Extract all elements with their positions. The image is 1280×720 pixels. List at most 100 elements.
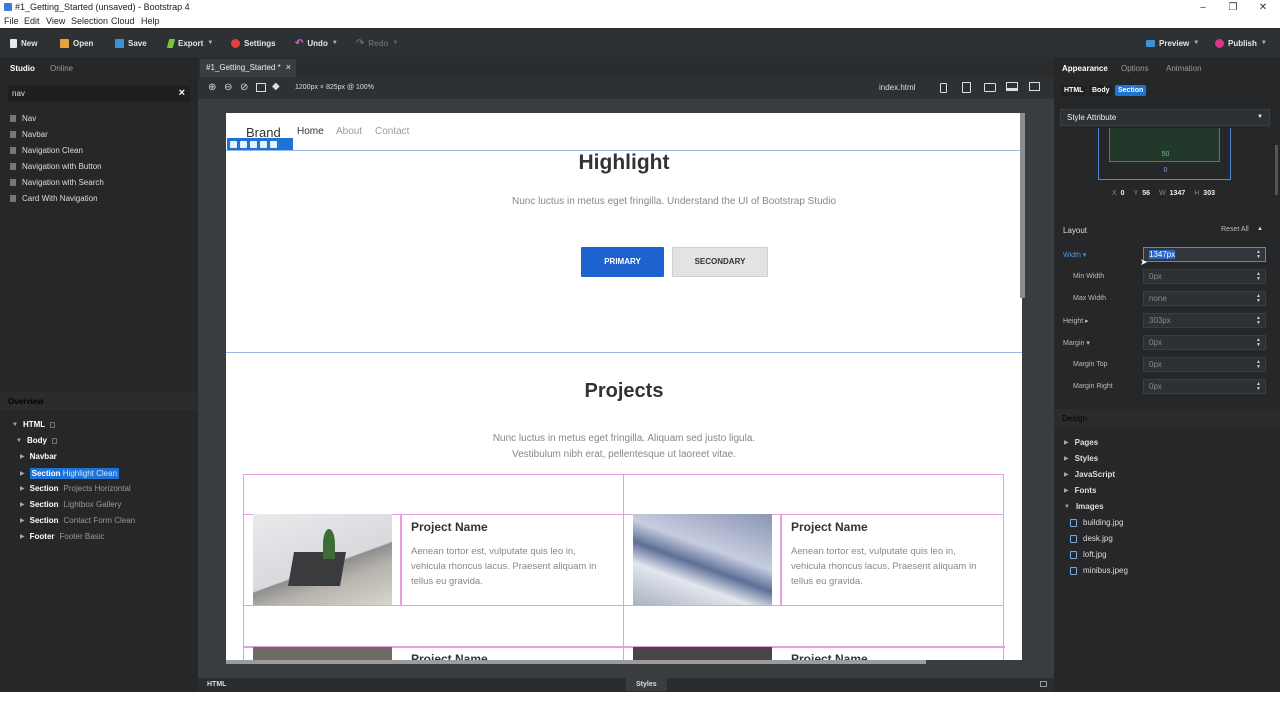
design-fonts[interactable]: ▶ Fonts <box>1064 486 1096 495</box>
component-item[interactable]: Navigation with Search <box>10 178 104 187</box>
design-images[interactable]: ▼ Images <box>1064 502 1104 511</box>
component-item[interactable]: Navbar <box>10 130 48 139</box>
duplicate-icon[interactable] <box>250 140 257 148</box>
file-tab[interactable]: #1_Getting_Started * × <box>200 59 296 77</box>
tree-body[interactable]: ▼ Body <box>16 436 57 445</box>
box-model-padding[interactable]: 50 <box>1109 128 1220 162</box>
breadcrumb-section[interactable]: Section <box>1115 85 1147 96</box>
maximize-button[interactable]: ❐ <box>1218 0 1248 16</box>
nav-link-home[interactable]: Home <box>297 126 324 137</box>
design-canvas[interactable]: Brand Home About Contact Highlight Nunc … <box>226 113 1022 660</box>
tree-navbar[interactable]: ▶ Navbar <box>20 452 57 461</box>
open-button[interactable]: Open <box>60 36 93 50</box>
zoom-in-icon[interactable]: ⊕ <box>208 82 216 93</box>
component-item[interactable]: Card With Navigation <box>10 194 98 203</box>
stepper-icon[interactable]: ▲ ▼ <box>1256 272 1261 282</box>
clear-search-icon[interactable]: × <box>179 87 185 99</box>
stepper-icon[interactable]: ▲ ▼ <box>1256 382 1261 392</box>
stepper-icon[interactable]: ▲ ▼ <box>1256 250 1261 260</box>
tree-html[interactable]: ▼ HTML <box>12 420 56 429</box>
reset-all-button[interactable]: Reset All <box>1221 226 1249 233</box>
settings-button[interactable]: Settings <box>231 36 276 50</box>
canvas-horizontal-scrollbar[interactable] <box>226 660 926 664</box>
stepper-icon[interactable]: ▲ ▼ <box>1256 294 1261 304</box>
publish-button[interactable]: Publish ▼ <box>1215 36 1267 50</box>
laptop-icon[interactable] <box>1006 82 1018 91</box>
component-search-input[interactable]: nav × <box>8 86 190 102</box>
margin-top-input[interactable]: 0px ▲ ▼ <box>1143 357 1266 372</box>
preview-navbar[interactable]: Brand Home About Contact <box>226 113 1022 151</box>
style-attribute-dropdown[interactable]: Style Attribute ▼ <box>1060 109 1270 126</box>
margin-input[interactable]: 0px ▲ ▼ <box>1143 335 1266 350</box>
close-tab-icon[interactable]: × <box>286 62 291 72</box>
tab-online[interactable]: Online <box>50 64 73 73</box>
tree-footer[interactable]: ▶ Footer Footer Basic <box>20 532 104 541</box>
image-file[interactable]: minibus.jpeg <box>1070 566 1128 575</box>
margin-right-input[interactable]: 0px ▲ ▼ <box>1143 379 1266 394</box>
image-file[interactable]: building.jpg <box>1070 518 1123 527</box>
component-item[interactable]: Navigation with Button <box>10 162 102 171</box>
expand-icon[interactable] <box>1040 681 1047 687</box>
design-styles[interactable]: ▶ Styles <box>1064 454 1098 463</box>
menu-cloud[interactable]: Cloud <box>111 16 135 26</box>
new-button[interactable]: New <box>10 36 37 50</box>
breadcrumb-body[interactable]: Body <box>1089 85 1113 96</box>
padding-bottom-value[interactable]: 50 <box>1110 151 1221 158</box>
tab-options[interactable]: Options <box>1121 64 1149 73</box>
redo-button[interactable]: ↷ Redo ▼ <box>356 36 398 50</box>
minimize-button[interactable]: – <box>1188 0 1218 16</box>
secondary-button[interactable]: SECONDARY <box>672 247 768 277</box>
breadcrumb-html[interactable]: HTML <box>1061 85 1087 96</box>
tablet-icon[interactable] <box>962 82 971 93</box>
margin-bottom-value[interactable]: 0 <box>1099 167 1232 174</box>
close-window-button[interactable]: ✕ <box>1248 0 1278 16</box>
tab-animation[interactable]: Animation <box>1166 64 1202 73</box>
design-javascript[interactable]: ▶ JavaScript <box>1064 470 1115 479</box>
zoom-out-icon[interactable]: ⊖ <box>224 82 232 93</box>
styles-panel-toggle[interactable]: Styles <box>626 678 667 691</box>
stepper-icon[interactable]: ▲ ▼ <box>1256 338 1261 348</box>
nav-link-about[interactable]: About <box>336 126 362 137</box>
save-button[interactable]: Save <box>115 36 147 50</box>
menu-help[interactable]: Help <box>141 16 160 26</box>
panel-scrollbar[interactable] <box>1275 145 1278 195</box>
image-file[interactable]: loft.jpg <box>1070 550 1107 559</box>
tree-section[interactable]: ▶ Section Lightbox Gallery <box>20 500 121 509</box>
component-item[interactable]: Navigation Clean <box>10 146 83 155</box>
collapse-icon[interactable]: ▲ <box>1257 226 1263 232</box>
tree-section[interactable]: ▶ Section Projects Horizontal <box>20 484 131 493</box>
design-pages[interactable]: ▶ Pages <box>1064 438 1098 447</box>
component-item[interactable]: Nav <box>10 114 36 123</box>
desktop-icon[interactable] <box>1029 82 1040 91</box>
html-panel-toggle[interactable]: HTML <box>207 681 226 688</box>
width-input[interactable]: 1347px ▲ ▼ <box>1143 247 1266 262</box>
tab-studio[interactable]: Studio <box>10 64 35 73</box>
primary-button[interactable]: PRIMARY <box>581 247 664 277</box>
image-icon[interactable] <box>256 83 266 92</box>
menu-edit[interactable]: Edit <box>24 16 40 26</box>
menu-view[interactable]: View <box>46 16 65 26</box>
stepper-icon[interactable]: ▲ ▼ <box>1256 316 1261 326</box>
box-model-editor[interactable]: 50 0 <box>1098 128 1231 180</box>
phone-icon[interactable] <box>940 83 947 93</box>
tree-section[interactable]: ▶ Section Contact Form Clean <box>20 516 135 525</box>
nav-link-contact[interactable]: Contact <box>375 126 409 137</box>
export-button[interactable]: Export ▼ <box>166 36 213 50</box>
max-width-input[interactable]: none ▲ ▼ <box>1143 291 1266 306</box>
undo-button[interactable]: ↶ Undo ▼ <box>295 36 338 50</box>
tree-section-selected[interactable]: ▶ Section Highlight Clean <box>20 468 120 479</box>
delete-icon[interactable] <box>270 140 277 148</box>
layers-icon[interactable]: ◆ <box>272 81 280 92</box>
menu-selection[interactable]: Selection <box>71 16 108 26</box>
prop-width-label[interactable]: Width ▾ <box>1063 251 1086 259</box>
selection-toolbar[interactable] <box>227 138 293 150</box>
canvas-vertical-scrollbar[interactable] <box>1020 113 1025 298</box>
min-width-input[interactable]: 0px ▲ ▼ <box>1143 269 1266 284</box>
image-file[interactable]: desk.jpg <box>1070 534 1113 543</box>
stepper-icon[interactable]: ▲ ▼ <box>1256 360 1261 370</box>
height-input[interactable]: 303px ▲ ▼ <box>1143 313 1266 328</box>
viewport-size[interactable]: 1200px × 825px @ 100% <box>295 84 374 91</box>
move-icon[interactable] <box>230 140 237 148</box>
tab-appearance[interactable]: Appearance <box>1062 64 1108 73</box>
tablet-landscape-icon[interactable] <box>984 83 996 92</box>
